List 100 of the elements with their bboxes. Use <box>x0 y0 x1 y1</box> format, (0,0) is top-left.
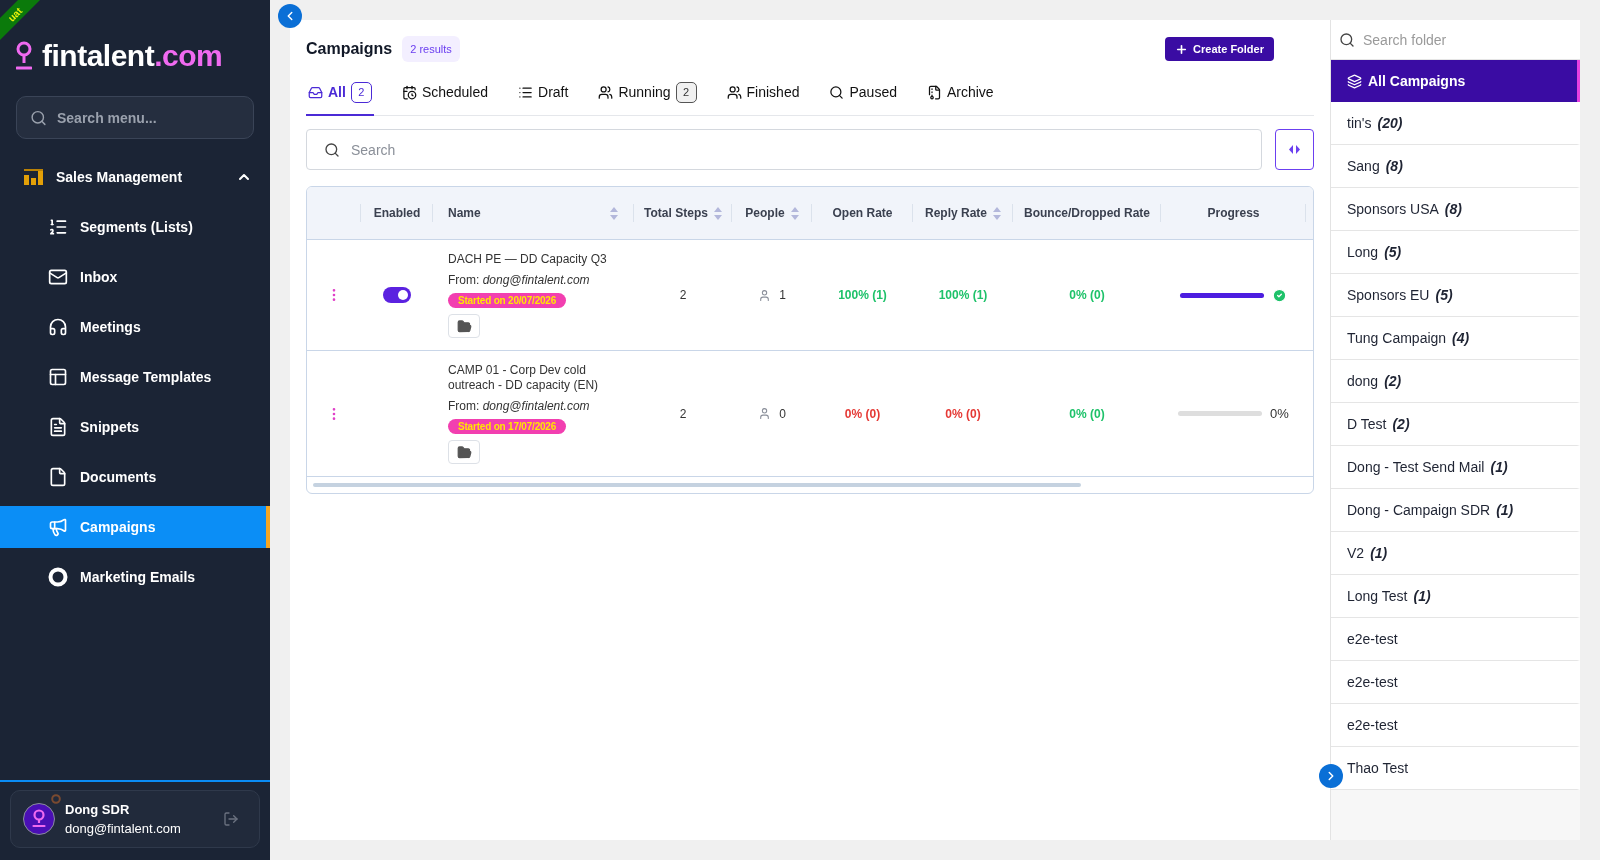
folder-item[interactable]: tin's (20) <box>1331 102 1580 145</box>
search-icon <box>829 84 845 100</box>
column-header: Reply Rate <box>925 206 987 220</box>
zip-file-icon <box>926 84 942 100</box>
folder-item[interactable]: Sponsors USA (8) <box>1331 188 1580 231</box>
count-badge: 2 <box>675 81 697 103</box>
start-date-tag: Started on 20/07/2026 <box>448 293 567 308</box>
calendar-clock-icon <box>401 84 417 100</box>
folder-item[interactable]: e2e-test <box>1331 661 1580 704</box>
rate-text: 0% (0) <box>1069 288 1105 302</box>
campaign-name: DACH PE — DD Capacity Q3 <box>448 252 607 267</box>
layout-icon <box>48 367 68 387</box>
environment-ribbon <box>0 0 40 40</box>
folder-item[interactable]: Sang (8) <box>1331 145 1580 188</box>
ring-icon <box>48 567 68 587</box>
pin-logo-icon <box>16 41 32 71</box>
users-icon <box>598 84 614 100</box>
column-header: Name <box>448 206 481 220</box>
people-count: 0 <box>779 406 786 421</box>
folder-item[interactable]: dong (2) <box>1331 360 1580 403</box>
folder-item[interactable]: e2e-test <box>1331 618 1580 661</box>
folder-item[interactable]: Sponsors EU (5) <box>1331 274 1580 317</box>
search-icon <box>30 109 47 126</box>
folder-item[interactable]: V2 (1) <box>1331 532 1580 575</box>
folder-icon <box>456 444 472 460</box>
create-folder-button[interactable]: Create Folder <box>1165 37 1274 61</box>
user-name: Dong SDR <box>65 802 131 817</box>
progress-reading: 0% <box>1270 406 1289 421</box>
total-steps: 2 <box>679 406 687 421</box>
enabled-toggle[interactable] <box>383 287 411 303</box>
user-email: dong@fintalent.com <box>65 821 182 836</box>
split-view-button[interactable] <box>1275 129 1314 170</box>
menu-item[interactable]: Inbox <box>0 256 270 298</box>
sender-text: From: dong@fintalent.com <box>448 399 590 413</box>
folder-button[interactable] <box>448 314 480 338</box>
users-icon <box>726 84 742 100</box>
folder-item[interactable]: D Test (2) <box>1331 403 1580 446</box>
folder-search-field[interactable]: Search folder <box>1331 20 1580 60</box>
search-field[interactable]: Search <box>306 129 1262 170</box>
document-icon <box>48 417 68 437</box>
total-steps: 2 <box>679 288 687 302</box>
numbered-list-icon <box>48 217 68 237</box>
bar-chart-icon <box>24 169 43 185</box>
avatar-icon <box>23 803 55 835</box>
search-icon <box>324 141 340 158</box>
column-header: Enabled <box>373 206 421 220</box>
folder-item[interactable]: Dong - Campaign SDR (1) <box>1331 489 1580 532</box>
headphones-icon <box>48 317 68 337</box>
filter-tab[interactable]: Running 2 <box>596 78 699 116</box>
layers-icon <box>1347 73 1362 89</box>
menu-item[interactable]: Meetings <box>0 306 270 348</box>
environment-label: uat <box>5 4 25 25</box>
person-icon <box>758 407 772 420</box>
filter-tab[interactable]: All 2 <box>306 78 374 116</box>
folder-item[interactable]: Thao Test <box>1331 747 1580 790</box>
folder-item[interactable]: Long Test (1) <box>1331 575 1580 618</box>
campaign-name: CAMP 01 - Corp Dev cold outreach - DD capacity (EN) <box>448 363 600 393</box>
count-badge: 2 <box>350 81 372 103</box>
rate-text: 0% (0) <box>1069 406 1105 421</box>
menu-item[interactable]: Message Templates <box>0 356 270 398</box>
column-header: Open Rate <box>832 206 893 220</box>
collapse-button[interactable] <box>278 4 302 28</box>
scrollbar-thumb[interactable] <box>313 483 1081 487</box>
inbox-icon <box>308 84 323 100</box>
folder-button[interactable] <box>448 440 480 464</box>
mail-icon <box>48 267 68 287</box>
column-header: Total Steps <box>644 206 708 220</box>
folder-item[interactable]: e2e-test <box>1331 704 1580 747</box>
rate-text: 0% (0) <box>844 406 881 421</box>
rate-text: 0% (0) <box>945 406 981 421</box>
menu-item[interactable]: Segments (Lists) <box>0 206 270 248</box>
logo-text: fintalent.com <box>42 40 223 72</box>
start-date-tag: Started on 17/07/2026 <box>448 419 567 434</box>
filter-tab[interactable]: Finished <box>724 78 802 116</box>
menu-search-field[interactable]: Search menu... <box>16 96 254 139</box>
filter-tab[interactable]: Draft <box>516 78 571 116</box>
filter-tab[interactable]: Paused <box>827 78 899 116</box>
menu-item[interactable]: Marketing Emails <box>0 556 270 598</box>
menu-group-header[interactable]: Sales Management <box>0 155 270 199</box>
folder-icon <box>456 318 472 334</box>
column-header: People <box>745 206 785 220</box>
folder-item[interactable]: Tung Campaign (4) <box>1331 317 1580 360</box>
folder-item[interactable]: Dong - Test Send Mail (1) <box>1331 446 1580 489</box>
rate-text: 100% (1) <box>838 288 887 302</box>
result-count: 2 results <box>402 36 460 62</box>
search-icon <box>1339 32 1355 48</box>
page-title: Campaigns <box>306 40 393 58</box>
rate-text: 100% (1) <box>938 288 988 302</box>
plus-icon <box>1175 42 1189 56</box>
split-arrows-icon <box>1289 145 1300 154</box>
menu-item[interactable]: Snippets <box>0 406 270 448</box>
filter-tab[interactable]: Archive <box>924 78 996 116</box>
folder-item[interactable]: All Campaigns <box>1331 60 1580 102</box>
column-header: Progress <box>1207 206 1260 220</box>
logout-icon[interactable] <box>223 811 239 827</box>
list-icon <box>518 84 534 100</box>
sender-text: From: dong@fintalent.com <box>448 273 590 287</box>
filter-tab[interactable]: Scheduled <box>399 78 491 116</box>
menu-item[interactable]: Documents <box>0 456 270 498</box>
folder-item[interactable]: Long (5) <box>1331 231 1580 274</box>
